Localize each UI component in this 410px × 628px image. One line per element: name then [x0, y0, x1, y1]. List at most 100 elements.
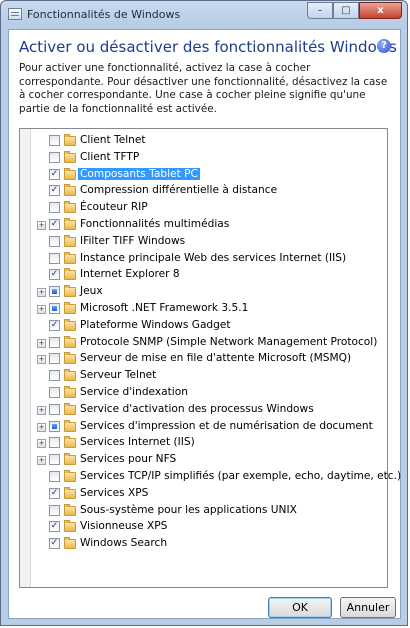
feature-checkbox[interactable] [49, 504, 60, 516]
feature-row[interactable]: ✓ Compression différentielle à distance [20, 183, 387, 199]
feature-label[interactable]: Microsoft .NET Framework 3.5.1 [80, 302, 248, 314]
features-window: Fonctionnalités de Windows – □ x Activer… [0, 0, 408, 626]
feature-checkbox[interactable] [49, 235, 60, 247]
feature-row[interactable]: + Services Internet (IIS) [20, 435, 387, 451]
feature-checkbox[interactable] [49, 471, 60, 482]
folder-icon [64, 134, 76, 146]
feature-checkbox[interactable]: ✓ [49, 185, 60, 197]
ok-button[interactable]: OK [268, 597, 332, 618]
feature-label[interactable]: Protocole SNMP (Simple Network Managemen… [80, 336, 377, 348]
feature-row[interactable]: Serveur Telnet [20, 368, 387, 384]
feature-label[interactable]: Services TCP/IP simplifiés (par exemple,… [80, 470, 401, 482]
window-title: Fonctionnalités de Windows [27, 8, 181, 21]
feature-checkbox[interactable] [49, 252, 60, 264]
folder-icon [64, 218, 76, 230]
feature-row[interactable]: + Service d'activation des processus Wind… [20, 402, 387, 418]
feature-row[interactable]: + Services d'impression et de numérisatio… [20, 419, 387, 435]
feature-row[interactable]: ✓ Internet Explorer 8 [20, 267, 387, 283]
feature-row[interactable]: Sous-système pour les applications UNIX [20, 503, 387, 519]
feature-label[interactable]: Client TFTP [80, 151, 139, 163]
folder-icon [64, 453, 76, 466]
feature-label[interactable]: Services pour NFS [80, 453, 176, 465]
feature-row[interactable]: ✓ Windows Search [20, 536, 387, 552]
expand-toggle-icon[interactable]: + [37, 338, 46, 348]
feature-row[interactable]: Écouteur RIP [20, 200, 387, 216]
folder-icon [64, 285, 76, 298]
feature-row[interactable]: Services TCP/IP simplifiés (par exemple,… [20, 469, 401, 485]
feature-checkbox[interactable]: ✓ [49, 487, 60, 499]
feature-label[interactable]: Serveur Telnet [80, 369, 156, 381]
feature-row[interactable]: ✓ Visionneuse XPS [20, 519, 387, 535]
feature-checkbox[interactable] [49, 286, 60, 298]
feature-row[interactable]: + Serveur de mise en file d'attente Micro… [20, 351, 387, 367]
feature-checkbox[interactable]: ✓ [49, 521, 60, 533]
maximize-button[interactable]: □ [333, 2, 359, 19]
feature-label[interactable]: Services Internet (IIS) [80, 436, 195, 448]
feature-checkbox[interactable]: ✓ [49, 269, 60, 281]
feature-label[interactable]: Plateforme Windows Gadget [80, 319, 231, 331]
feature-checkbox[interactable] [49, 403, 60, 415]
feature-label[interactable]: Internet Explorer 8 [80, 268, 180, 280]
feature-checkbox[interactable] [49, 135, 60, 146]
feature-checkbox[interactable] [49, 437, 60, 449]
feature-checkbox[interactable] [49, 151, 60, 163]
feature-label[interactable]: IFilter TIFF Windows [80, 235, 185, 247]
feature-row[interactable]: IFilter TIFF Windows [20, 234, 387, 250]
feature-label[interactable]: Serveur de mise en file d'attente Micros… [80, 352, 351, 364]
feature-checkbox[interactable]: ✓ [49, 219, 60, 230]
features-tree[interactable]: Client Telnet Client TFTP ✓ Composants Tabl… [19, 128, 401, 588]
feature-label[interactable]: Service d'activation des processus Windo… [80, 403, 314, 415]
feature-label[interactable]: Service d'indexation [80, 386, 188, 398]
feature-checkbox[interactable] [49, 454, 60, 466]
feature-checkbox[interactable] [49, 353, 60, 365]
expand-toggle-icon[interactable]: + [37, 456, 46, 466]
feature-row[interactable]: Client TFTP [20, 150, 387, 166]
feature-checkbox[interactable] [49, 420, 60, 432]
title-bar[interactable]: Fonctionnalités de Windows – □ x [1, 1, 407, 29]
feature-label[interactable]: Visionneuse XPS [80, 520, 167, 532]
feature-label[interactable]: Client Telnet [80, 134, 146, 146]
expand-toggle-icon[interactable]: + [37, 288, 46, 298]
cancel-button[interactable]: Annuler [340, 597, 396, 618]
expand-toggle-icon[interactable]: + [37, 439, 46, 449]
feature-label[interactable]: Jeux [80, 285, 103, 297]
feature-row[interactable]: ✓ Services XPS [20, 486, 387, 502]
expand-toggle-icon[interactable]: + [37, 221, 46, 230]
folder-icon [64, 436, 76, 449]
feature-row[interactable]: + Services pour NFS [20, 452, 387, 468]
feature-label[interactable]: Composants Tablet PC [78, 167, 200, 180]
feature-checkbox[interactable]: ✓ [49, 538, 60, 550]
feature-checkbox[interactable] [49, 202, 60, 214]
expand-toggle-icon[interactable]: + [37, 355, 46, 365]
feature-row[interactable]: + Protocole SNMP (Simple Network Manageme… [20, 335, 387, 351]
feature-checkbox[interactable]: ✓ [49, 319, 60, 331]
feature-label[interactable]: Écouteur RIP [80, 201, 148, 213]
minimize-button[interactable]: – [307, 2, 333, 19]
feature-label[interactable]: Compression différentielle à distance [80, 184, 277, 196]
expand-toggle-icon[interactable]: + [37, 422, 46, 432]
feature-label[interactable]: Sous-système pour les applications UNIX [80, 504, 297, 516]
expand-toggle-icon[interactable]: + [37, 405, 46, 415]
feature-checkbox[interactable] [49, 370, 60, 382]
feature-checkbox[interactable] [49, 336, 60, 348]
feature-row[interactable]: Instance principale Web des services Int… [20, 251, 387, 267]
feature-label[interactable]: Windows Search [80, 537, 167, 549]
feature-checkbox[interactable] [49, 387, 60, 398]
feature-checkbox[interactable] [49, 303, 60, 314]
feature-row[interactable]: + Jeux [20, 284, 387, 300]
feature-label[interactable]: Services d'impression et de numérisation… [80, 420, 373, 432]
feature-label[interactable]: Services XPS [80, 487, 148, 499]
feature-row[interactable]: + Microsoft .NET Framework 3.5.1 [20, 301, 387, 317]
dialog-content: Activer ou désactiver des fonctionnalité… [8, 29, 401, 619]
feature-row[interactable]: Service d'indexation [20, 385, 387, 401]
feature-row[interactable]: ✓ Plateforme Windows Gadget [20, 318, 387, 334]
help-icon[interactable]: ? [377, 39, 391, 53]
feature-row[interactable]: ✓ Composants Tablet PC [20, 167, 387, 183]
feature-label[interactable]: Fonctionnalités multimédias [80, 218, 229, 230]
feature-row[interactable]: Client Telnet [20, 133, 387, 149]
expand-toggle-icon[interactable]: + [37, 305, 46, 314]
feature-label[interactable]: Instance principale Web des services Int… [80, 252, 346, 264]
feature-checkbox[interactable]: ✓ [49, 168, 60, 180]
close-button[interactable]: x [359, 2, 402, 19]
feature-row[interactable]: + ✓ Fonctionnalités multimédias [20, 217, 387, 233]
